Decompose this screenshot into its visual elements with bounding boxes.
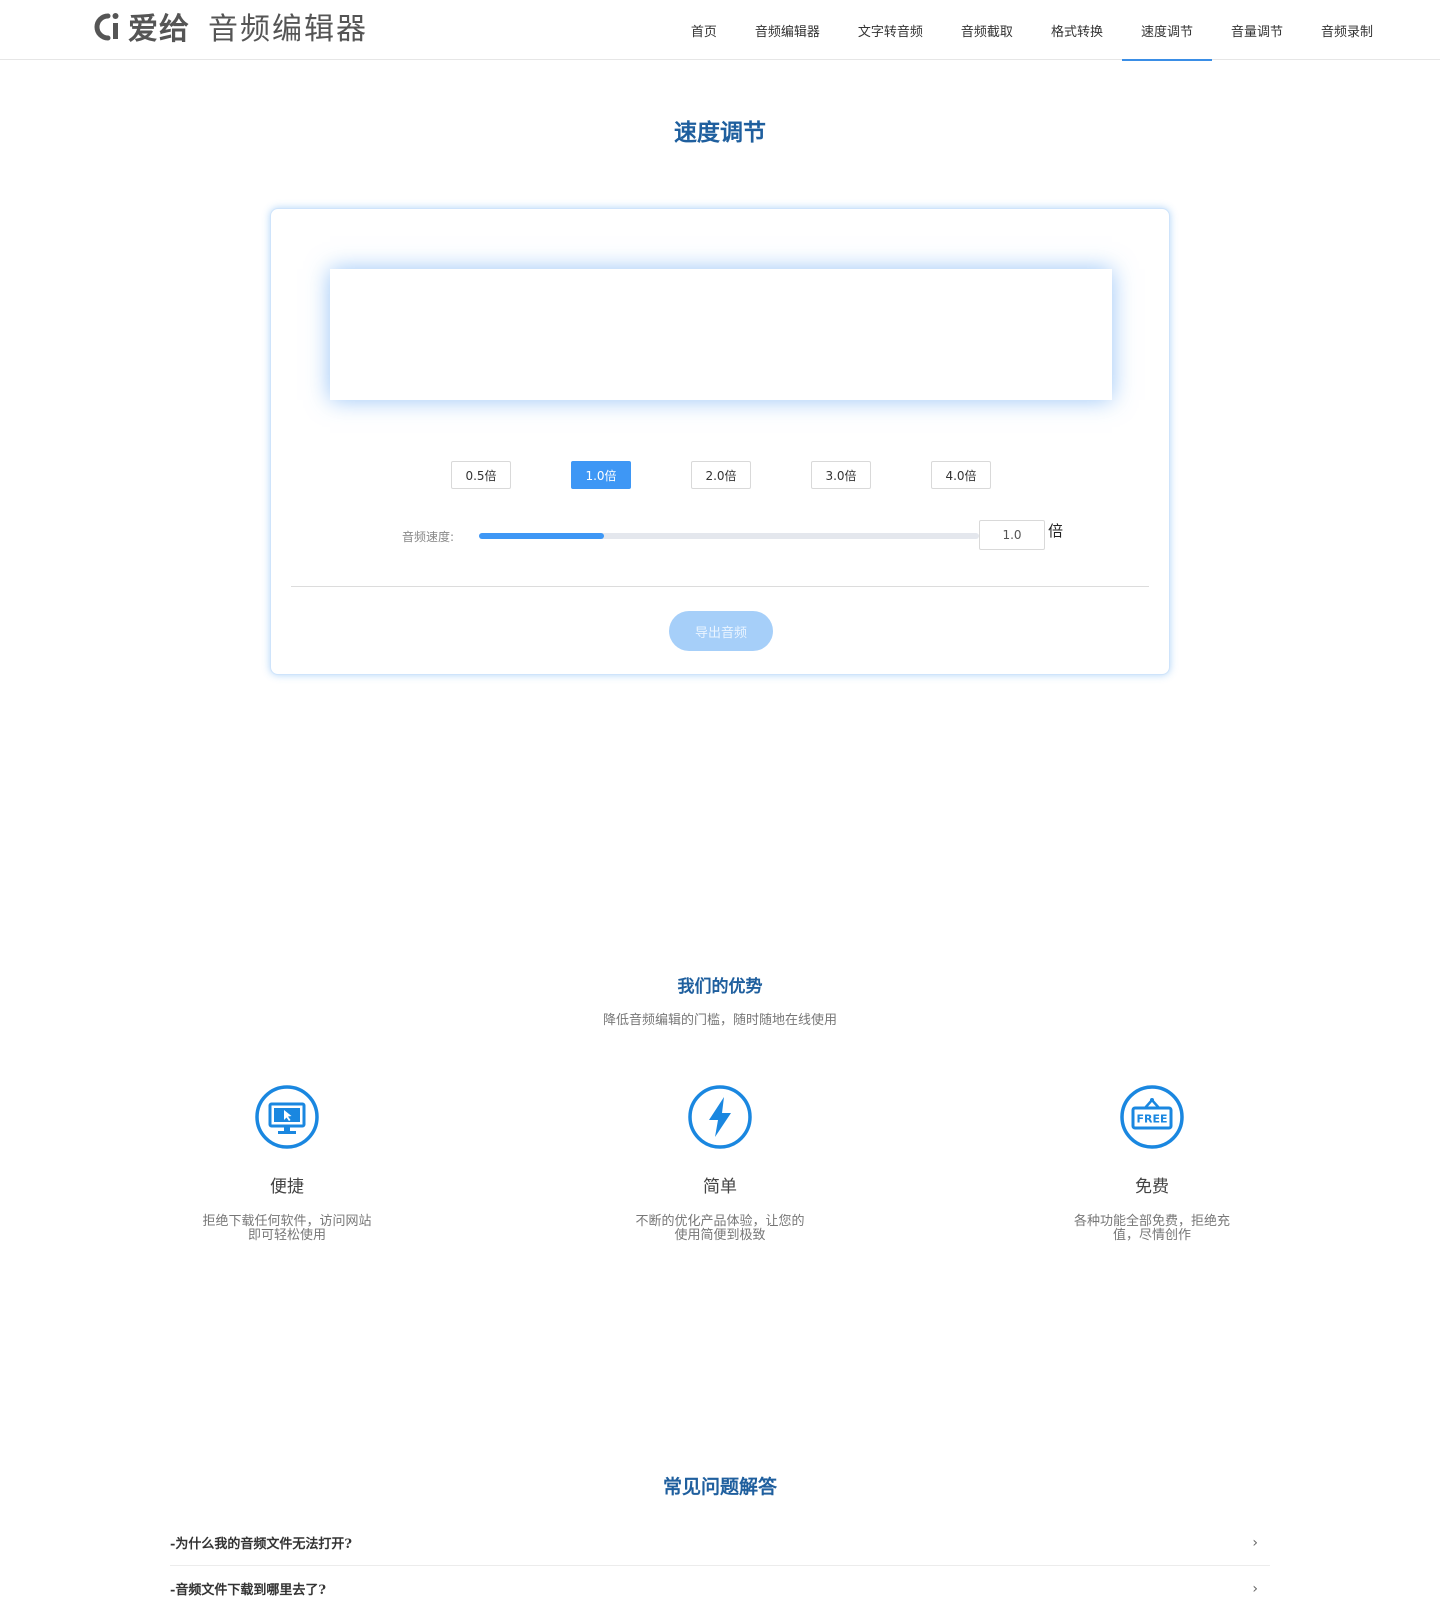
free-sign-icon: FREE bbox=[1119, 1084, 1185, 1150]
faq-item[interactable]: -音频文件下载到哪里去了? › bbox=[170, 1566, 1270, 1600]
nav-home[interactable]: 首页 bbox=[672, 0, 736, 60]
main-nav: 首页 音频编辑器 文字转音频 音频截取 格式转换 速度调节 音量调节 音频录制 bbox=[672, 0, 1392, 61]
feature-title: 便捷 bbox=[270, 1177, 304, 1197]
nav-audio-record[interactable]: 音频录制 bbox=[1302, 0, 1392, 60]
monitor-cursor-icon bbox=[254, 1084, 320, 1150]
free-sign-text: FREE bbox=[1136, 1113, 1167, 1126]
export-audio-button[interactable]: 导出音频 bbox=[669, 611, 773, 651]
advantages-title: 我们的优势 bbox=[677, 977, 763, 997]
nav-speed-adjust[interactable]: 速度调节 bbox=[1121, 0, 1212, 61]
feature-description: 各种功能全部免费，拒绝充值，尽情创作 bbox=[1073, 1214, 1230, 1243]
nav-audio-editor[interactable]: 音频编辑器 bbox=[736, 0, 839, 60]
card-divider bbox=[291, 586, 1149, 587]
advantages-subtitle: 降低音频编辑的门槛，随时随地在线使用 bbox=[602, 1013, 837, 1028]
speed-label: 音频速度: bbox=[402, 530, 455, 544]
speed-slider-row: 音频速度: 1.0 倍 bbox=[271, 520, 1169, 550]
speed-slider[interactable] bbox=[479, 533, 979, 539]
speed-tool-card: 0.5倍 1.0倍 2.0倍 3.0倍 4.0倍 音频速度: 1.0 倍 导出音… bbox=[270, 208, 1170, 675]
feature-description: 不断的优化产品体验，让您的使用简便到极致 bbox=[635, 1214, 805, 1243]
lightning-icon bbox=[687, 1084, 753, 1150]
nav-audio-cut[interactable]: 音频截取 bbox=[942, 0, 1032, 60]
feature-title: 简单 bbox=[703, 1177, 737, 1197]
feature-simple: 简单 不断的优化产品体验，让您的使用简便到极致 bbox=[620, 1084, 820, 1243]
logo-mark-icon bbox=[88, 8, 124, 44]
feature-free: FREE 免费 各种功能全部免费，拒绝充值，尽情创作 bbox=[1052, 1084, 1252, 1243]
page-title: 速度调节 bbox=[674, 120, 766, 146]
speed-preset-group: 0.5倍 1.0倍 2.0倍 3.0倍 4.0倍 bbox=[271, 461, 1169, 489]
speed-1-0-button[interactable]: 1.0倍 bbox=[571, 461, 631, 489]
chevron-right-icon[interactable]: › bbox=[1252, 1535, 1258, 1551]
logo-subtitle: 音频编辑器 bbox=[208, 12, 368, 47]
chevron-right-icon[interactable]: › bbox=[1252, 1581, 1258, 1597]
speed-value-input[interactable]: 1.0 bbox=[979, 520, 1045, 550]
site-logo[interactable]: 爱给 音频编辑器 bbox=[88, 4, 368, 48]
speed-4-0-button[interactable]: 4.0倍 bbox=[931, 461, 991, 489]
nav-format-convert[interactable]: 格式转换 bbox=[1032, 0, 1122, 60]
faq-list: -为什么我的音频文件无法打开? › -音频文件下载到哪里去了? › bbox=[170, 1520, 1270, 1600]
nav-text-to-audio[interactable]: 文字转音频 bbox=[839, 0, 942, 60]
audio-upload-area[interactable] bbox=[330, 269, 1112, 400]
speed-0-5-button[interactable]: 0.5倍 bbox=[451, 461, 511, 489]
site-header: 爱给 音频编辑器 首页 音频编辑器 文字转音频 音频截取 格式转换 速度调节 音… bbox=[0, 0, 1440, 61]
feature-title: 免费 bbox=[1135, 1177, 1169, 1197]
feature-convenient: 便捷 拒绝下载任何软件，访问网站即可轻松使用 bbox=[187, 1084, 387, 1243]
nav-volume-adjust[interactable]: 音量调节 bbox=[1212, 0, 1302, 60]
speed-3-0-button[interactable]: 3.0倍 bbox=[811, 461, 871, 489]
logo-text: 爱给 bbox=[128, 12, 190, 47]
speed-unit-label: 倍 bbox=[1048, 522, 1064, 540]
faq-item[interactable]: -为什么我的音频文件无法打开? › bbox=[170, 1520, 1270, 1566]
faq-title: 常见问题解答 bbox=[662, 1476, 777, 1498]
speed-2-0-button[interactable]: 2.0倍 bbox=[691, 461, 751, 489]
feature-description: 拒绝下载任何软件，访问网站即可轻松使用 bbox=[202, 1214, 372, 1243]
faq-question: -音频文件下载到哪里去了? bbox=[170, 1583, 327, 1598]
speed-slider-fill bbox=[479, 533, 604, 539]
faq-question: -为什么我的音频文件无法打开? bbox=[170, 1537, 353, 1552]
